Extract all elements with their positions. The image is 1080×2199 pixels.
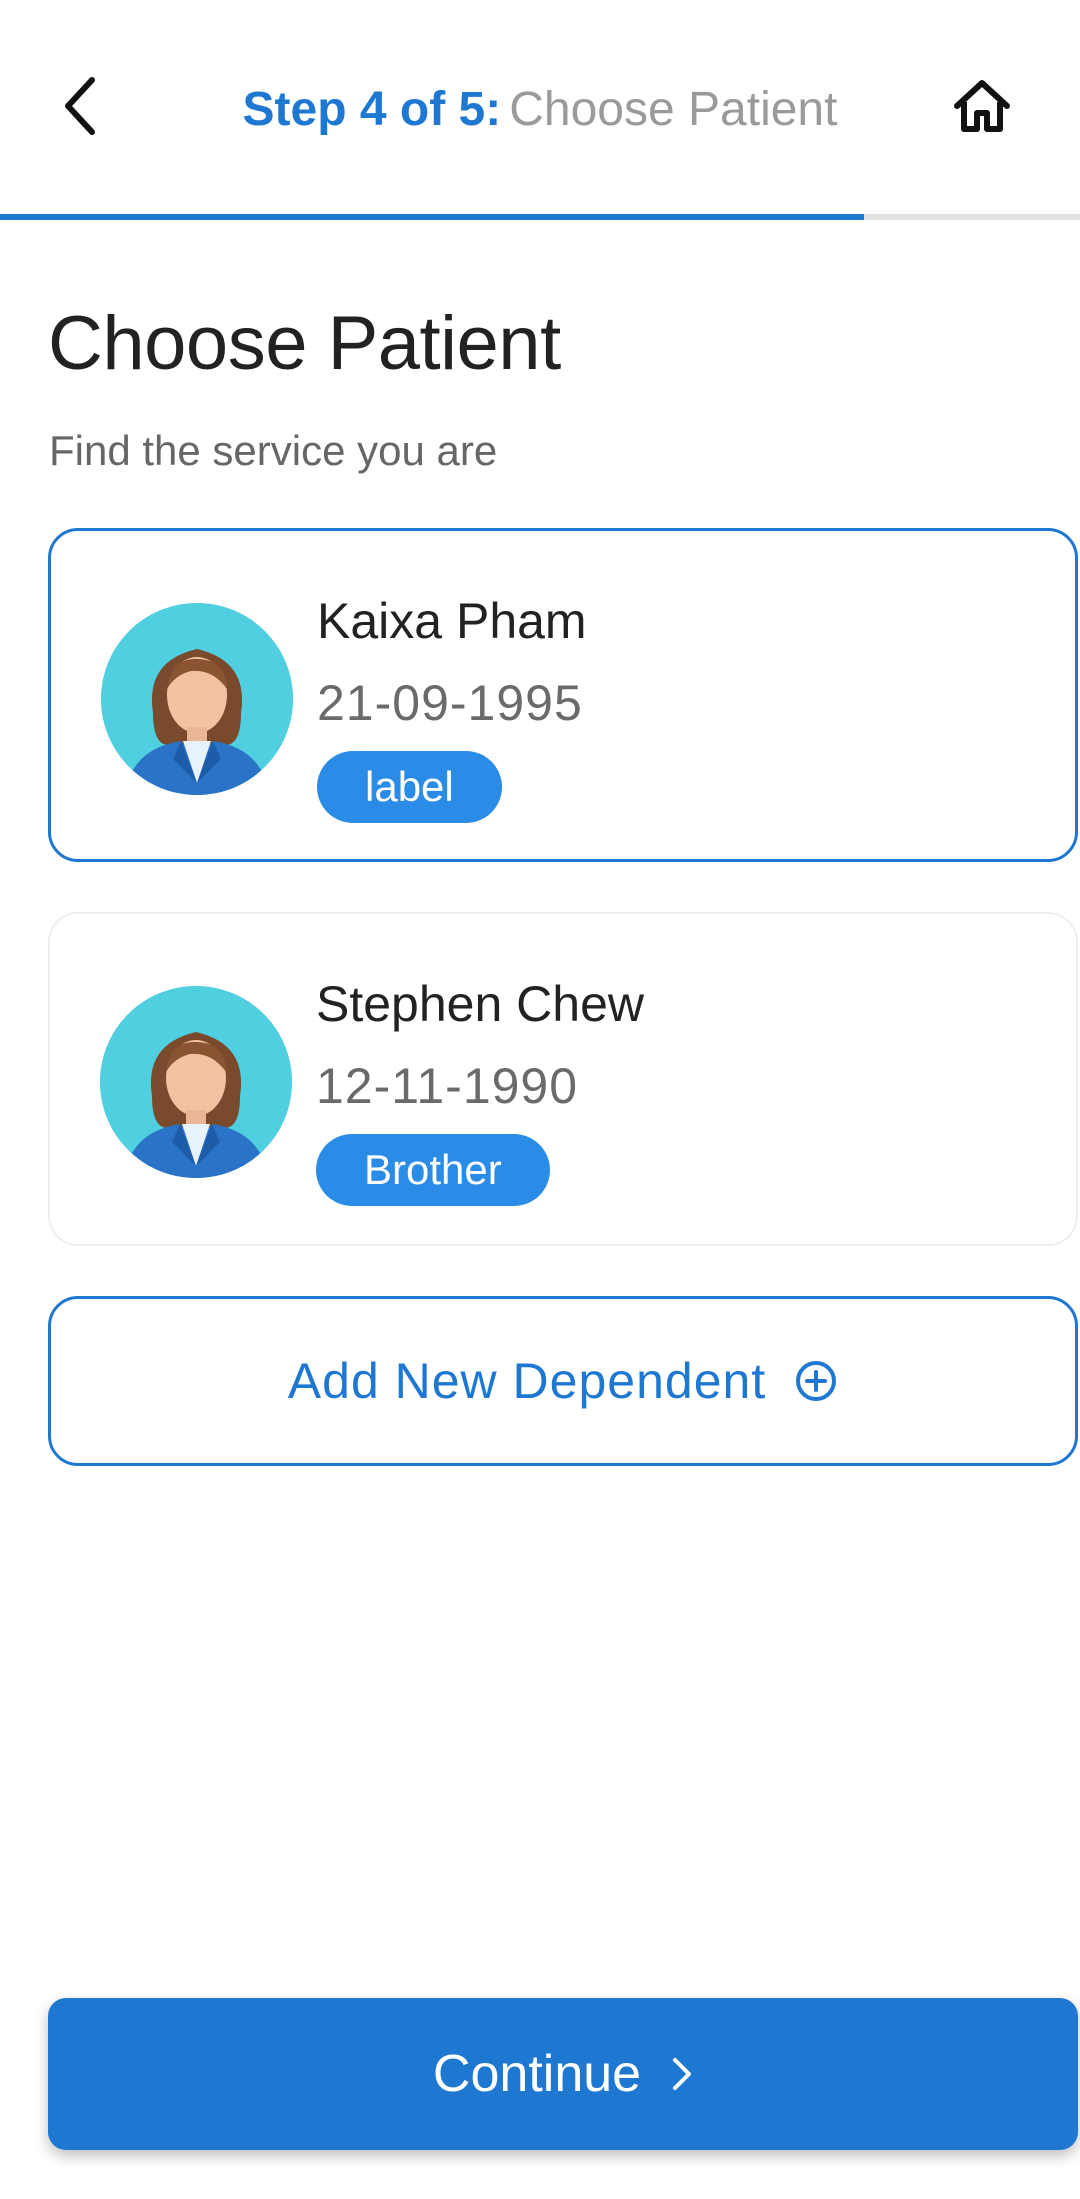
patient-name: Kaixa Pham xyxy=(317,593,587,649)
continue-label: Continue xyxy=(432,2045,642,2103)
patient-card-stephen-chew[interactable]: Stephen Chew 12-11-1990 Brother xyxy=(48,912,1078,1246)
avatar xyxy=(100,986,292,1178)
step-name: Choose Patient xyxy=(509,83,838,136)
patient-name: Stephen Chew xyxy=(316,976,645,1032)
step-indicator: Step 4 of 5: Choose Patient xyxy=(0,78,1080,142)
home-icon xyxy=(953,78,1011,139)
progress-bar xyxy=(0,214,1080,220)
top-app-bar: Step 4 of 5: Choose Patient xyxy=(0,0,1080,216)
page-subtitle: Find the service you are xyxy=(49,427,498,474)
home-button[interactable] xyxy=(950,76,1014,140)
patient-card-kaixa-pham[interactable]: Kaixa Pham 21-09-1995 label xyxy=(48,528,1078,862)
chevron-right-icon xyxy=(671,2056,693,2092)
relation-badge: Brother xyxy=(316,1134,550,1206)
avatar xyxy=(101,603,293,795)
add-new-dependent-button[interactable]: Add New Dependent xyxy=(48,1296,1078,1466)
progress-bar-fill xyxy=(0,214,864,220)
relation-badge: label xyxy=(317,751,502,823)
patient-dob: 21-09-1995 xyxy=(317,675,583,731)
step-count: Step 4 of 5: xyxy=(242,83,502,136)
add-new-dependent-label: Add New Dependent xyxy=(287,1353,767,1409)
patient-dob: 12-11-1990 xyxy=(316,1058,579,1114)
plus-circle-icon xyxy=(794,1359,838,1403)
page-title: Choose Patient xyxy=(48,301,561,386)
continue-button[interactable]: Continue xyxy=(48,1998,1078,2150)
